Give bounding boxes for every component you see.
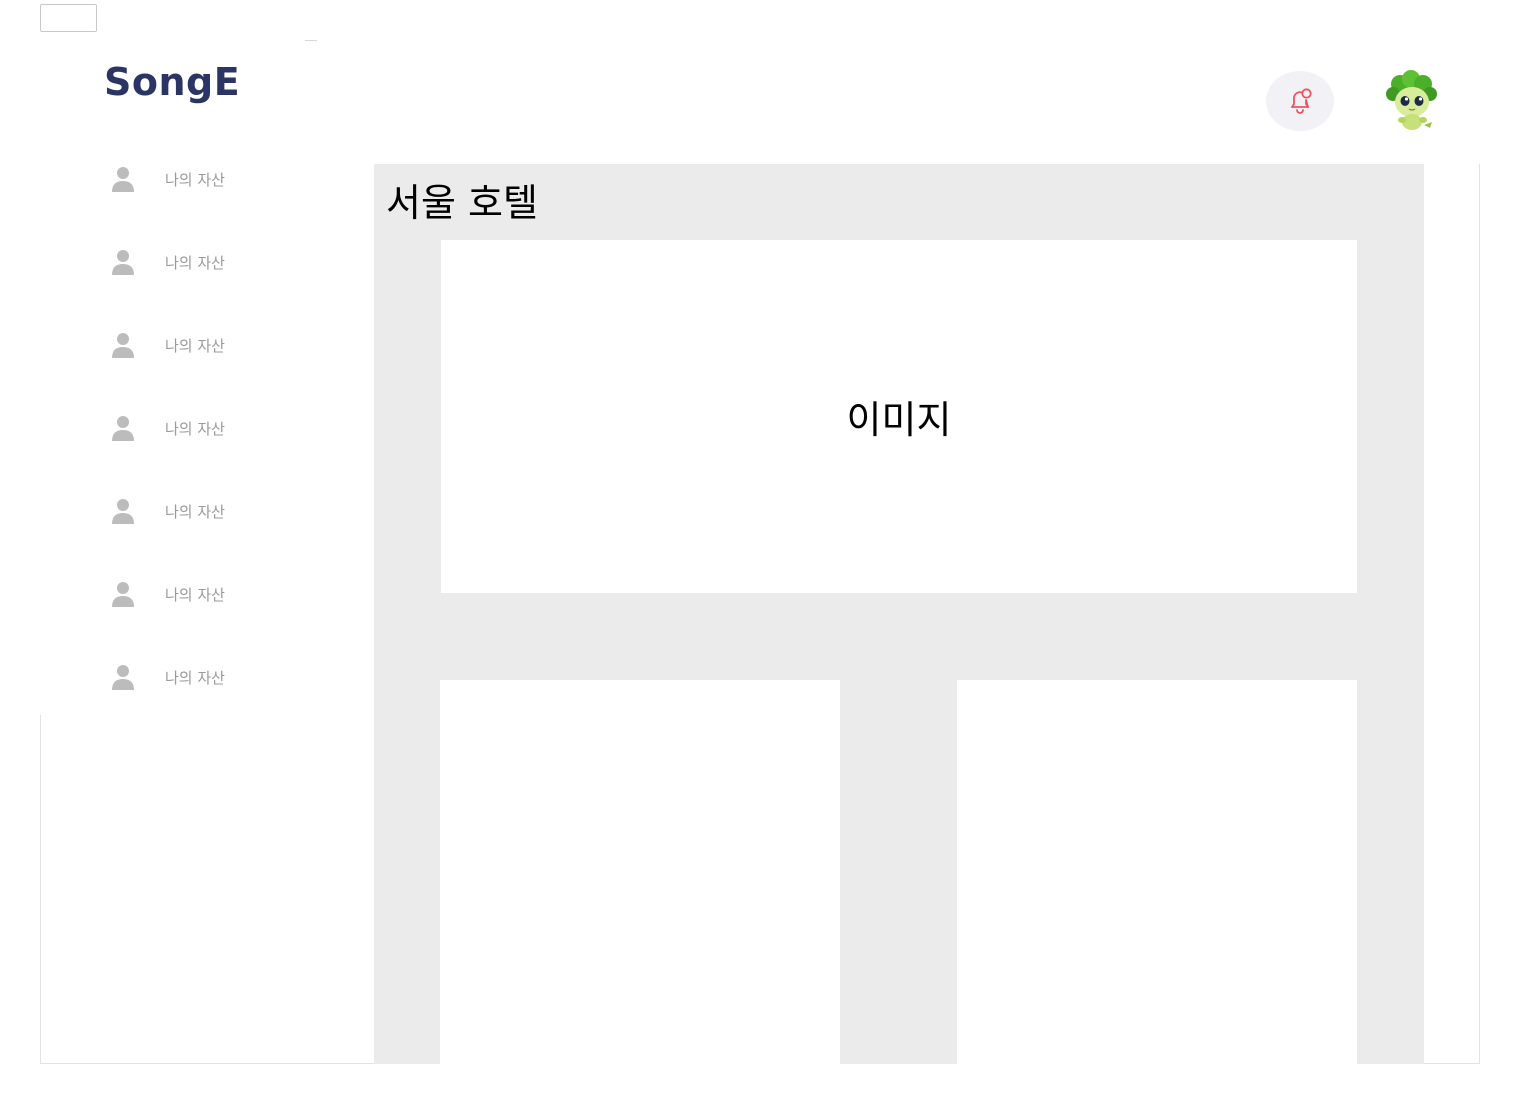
- user-icon: [108, 247, 138, 277]
- user-icon: [108, 662, 138, 692]
- sidebar-item-label: 나의 자산: [165, 170, 225, 189]
- user-icon: [108, 496, 138, 526]
- sidebar-item-label: 나의 자산: [165, 419, 225, 438]
- image-placeholder-text: 이미지: [846, 398, 952, 442]
- divider: [305, 40, 317, 41]
- sidebar-item-label: 나의 자산: [165, 668, 225, 687]
- sidebar-item-my-assets-2[interactable]: 나의 자산: [108, 242, 328, 282]
- sidebar-item-my-assets-3[interactable]: 나의 자산: [108, 325, 328, 365]
- sidebar-item-label: 나의 자산: [165, 585, 225, 604]
- sidebar-item-my-assets-1[interactable]: 나의 자산: [108, 159, 328, 199]
- sidebar-item-label: 나의 자산: [165, 253, 225, 272]
- sidebar-item-my-assets-7[interactable]: 나의 자산: [108, 657, 328, 697]
- user-icon: [108, 579, 138, 609]
- bell-icon: [1291, 88, 1312, 114]
- sidebar-item-my-assets-4[interactable]: 나의 자산: [108, 408, 328, 448]
- user-icon: [108, 330, 138, 360]
- notification-button[interactable]: [1266, 71, 1334, 131]
- content-card-right[interactable]: [957, 680, 1357, 1064]
- sidebar-item-label: 나의 자산: [165, 336, 225, 355]
- hotel-image-placeholder[interactable]: 이미지: [441, 240, 1357, 593]
- sidebar-item-label: 나의 자산: [165, 502, 225, 521]
- page-title: 서울 호텔: [386, 181, 538, 225]
- content-card-left[interactable]: [440, 680, 840, 1064]
- sidebar-item-my-assets-6[interactable]: 나의 자산: [108, 574, 328, 614]
- logo[interactable]: SongE: [104, 60, 240, 104]
- user-icon: [108, 413, 138, 443]
- sidebar-item-my-assets-5[interactable]: 나의 자산: [108, 491, 328, 531]
- avatar[interactable]: [1380, 70, 1442, 132]
- mascot-avatar-icon: [1386, 70, 1437, 130]
- top-left-button[interactable]: [40, 4, 97, 32]
- main-content: 서울 호텔 이미지: [374, 164, 1424, 1064]
- user-icon: [108, 164, 138, 194]
